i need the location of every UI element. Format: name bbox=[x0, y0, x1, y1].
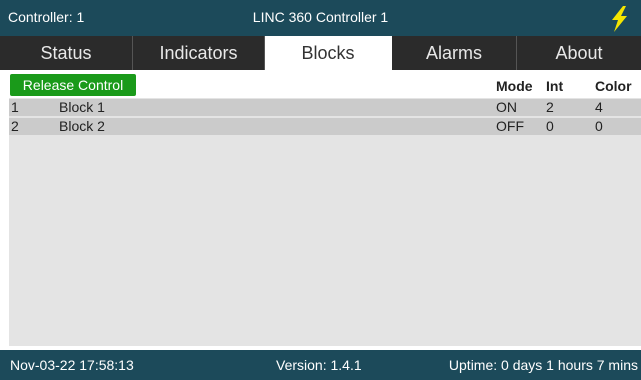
column-header-color: Color bbox=[595, 78, 632, 94]
block-int: 0 bbox=[546, 118, 554, 134]
table-row[interactable]: 1 Block 1 ON 2 4 bbox=[9, 99, 641, 116]
status-bar: Nov-03-22 17:58:13 Version: 1.4.1 Uptime… bbox=[0, 350, 641, 380]
uptime: Uptime: 0 days 1 hours 7 mins bbox=[448, 357, 638, 373]
column-header-mode: Mode bbox=[496, 78, 533, 94]
tab-status[interactable]: Status bbox=[0, 36, 133, 70]
tab-about[interactable]: About bbox=[517, 36, 641, 70]
title-bar: Controller: 1 LINC 360 Controller 1 bbox=[0, 0, 641, 36]
block-id: 2 bbox=[11, 118, 19, 134]
block-id: 1 bbox=[11, 99, 19, 115]
tab-blocks[interactable]: Blocks bbox=[265, 36, 392, 70]
controller-name: LINC 360 Controller 1 bbox=[252, 9, 389, 25]
block-mode: ON bbox=[496, 99, 517, 115]
version: Version: 1.4.1 bbox=[276, 357, 362, 373]
table-row[interactable]: 2 Block 2 OFF 0 0 bbox=[9, 118, 641, 135]
block-name: Block 2 bbox=[59, 118, 105, 134]
tab-bar: Status Indicators Blocks Alarms About bbox=[0, 36, 641, 70]
block-int: 2 bbox=[546, 99, 554, 115]
release-control-button[interactable]: Release Control bbox=[10, 74, 136, 96]
block-name: Block 1 bbox=[59, 99, 105, 115]
lightning-icon[interactable] bbox=[607, 6, 631, 32]
tab-alarms[interactable]: Alarms bbox=[392, 36, 517, 70]
block-mode: OFF bbox=[496, 118, 524, 134]
blocks-table bbox=[9, 98, 641, 346]
tab-indicators[interactable]: Indicators bbox=[133, 36, 265, 70]
block-color: 0 bbox=[595, 118, 603, 134]
datetime: Nov-03-22 17:58:13 bbox=[10, 357, 134, 373]
column-header-int: Int bbox=[546, 78, 564, 94]
block-color: 4 bbox=[595, 99, 603, 115]
